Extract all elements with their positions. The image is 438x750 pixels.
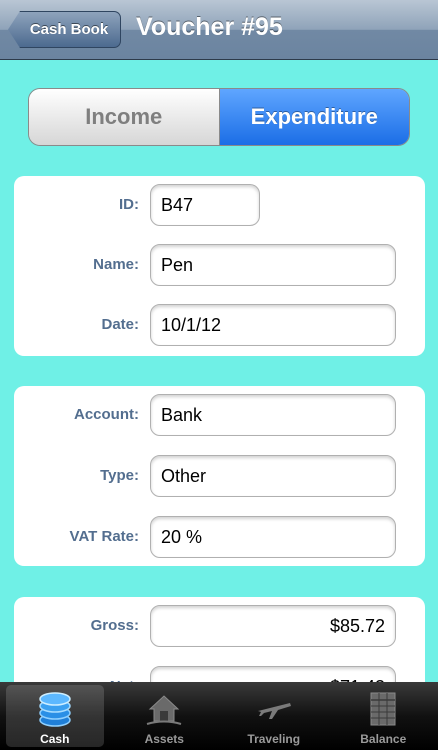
- account-field[interactable]: Bank: [150, 394, 396, 436]
- house-icon: [146, 695, 182, 725]
- tab-cash[interactable]: Cash: [0, 682, 110, 750]
- date-row: Date: 10/1/12: [14, 304, 425, 348]
- vat-rate-field[interactable]: 20 %: [150, 516, 396, 558]
- tab-traveling[interactable]: Traveling: [219, 682, 329, 750]
- tab-balance-label: Balance: [360, 732, 407, 746]
- tab-balance[interactable]: Balance: [329, 682, 438, 750]
- name-label: Name:: [93, 256, 139, 273]
- voucher-details-group: ID: B47 Name: Pen Date: 10/1/12: [14, 176, 425, 356]
- airplane-icon: [257, 703, 291, 719]
- id-label: ID:: [119, 196, 139, 213]
- segment-expenditure[interactable]: Expenditure: [219, 89, 409, 145]
- account-label: Account:: [74, 406, 139, 423]
- name-row: Name: Pen: [14, 244, 425, 288]
- coins-icon: [39, 692, 71, 727]
- type-field[interactable]: Other: [150, 455, 396, 497]
- tab-assets[interactable]: Assets: [110, 682, 220, 750]
- tab-cash-label: Cash: [40, 732, 70, 746]
- date-field[interactable]: 10/1/12: [150, 304, 396, 346]
- tab-traveling-label: Traveling: [247, 732, 301, 746]
- type-row: Type: Other: [14, 455, 425, 499]
- segment-income[interactable]: Income: [29, 89, 220, 145]
- spreadsheet-icon: [370, 692, 396, 726]
- account-row: Account: Bank: [14, 394, 425, 438]
- vat-rate-row: VAT Rate: 20 %: [14, 516, 425, 560]
- navigation-bar: Cash Book Voucher #95: [0, 0, 438, 60]
- date-label: Date:: [101, 316, 139, 333]
- account-group: Account: Bank Type: Other VAT Rate: 20 %: [14, 386, 425, 566]
- gross-label: Gross:: [90, 617, 139, 634]
- page-title: Voucher #95: [136, 13, 283, 41]
- type-segmented-control: Income Expenditure: [28, 88, 410, 146]
- name-field[interactable]: Pen: [150, 244, 396, 286]
- vat-rate-label: VAT Rate:: [69, 528, 139, 545]
- back-button-cash-book[interactable]: Cash Book: [8, 11, 121, 48]
- id-row: ID: B47: [14, 184, 425, 228]
- tab-assets-label: Assets: [144, 732, 184, 746]
- tab-bar: Cash Assets Traveling Balance: [0, 682, 438, 750]
- type-label: Type:: [100, 467, 139, 484]
- gross-field[interactable]: $85.72: [150, 605, 396, 647]
- gross-row: Gross: $85.72: [14, 605, 425, 649]
- id-field[interactable]: B47: [150, 184, 260, 226]
